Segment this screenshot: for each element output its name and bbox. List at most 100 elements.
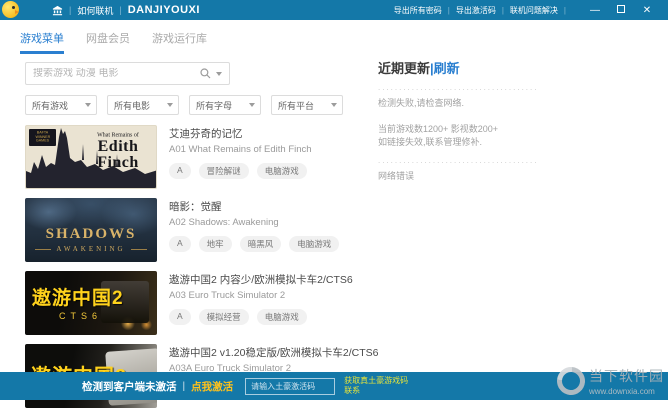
tag: 电脑游戏: [256, 163, 307, 179]
cover-title-text: What Remains of Edith Finch: [82, 131, 154, 172]
tab-game-menu[interactable]: 游戏菜单: [20, 30, 64, 54]
titlebar-separator: |: [119, 5, 122, 15]
tag: 暗黑风: [239, 236, 282, 252]
updates-header: 近期更新|刷新: [378, 58, 566, 77]
cover-line2: Finch: [97, 154, 139, 172]
minimize-icon[interactable]: —: [582, 5, 608, 16]
how-to-connect-link[interactable]: 如何联机: [77, 4, 113, 17]
game-subtitle: A01 What Remains of Edith Finch: [169, 144, 312, 155]
filter-all-platforms[interactable]: 所有平台: [271, 95, 343, 115]
tag: A: [169, 163, 191, 179]
downxia-logo-icon: [551, 361, 591, 401]
tab-bar: 游戏菜单 网盘会员 游戏运行库: [20, 30, 229, 54]
game-tags: A 冒险解谜 电脑游戏: [169, 163, 315, 179]
cover-line1: Edith: [97, 138, 139, 155]
titlebar-separator: |: [447, 5, 450, 15]
game-title: 暗影：觉醒: [169, 201, 222, 213]
activate-link[interactable]: 点我激活: [191, 379, 233, 394]
network-error-text: 网络错误: [378, 170, 415, 181]
updates-title: 近期更新: [378, 61, 431, 76]
chevron-down-icon: [167, 103, 173, 107]
dotted-separator: ........................................…: [378, 83, 538, 92]
tag: 电脑游戏: [289, 236, 340, 252]
game-title: 遨游中国2 v1.20稳定版/欧洲模拟卡车2/CTS6: [169, 347, 379, 359]
dotted-separator: ........................................…: [378, 155, 538, 165]
duck-app-icon[interactable]: [2, 1, 19, 18]
game-title: 艾迪芬奇的记忆: [169, 128, 243, 140]
downxia-watermark: 当下软件园 www.downxia.com: [551, 361, 664, 401]
activation-code-input[interactable]: [245, 377, 336, 395]
game-cover-edith-finch: BAFTA WINNER GAMES What Remains of Edith…: [25, 125, 157, 189]
titlebar: | 如何联机 | DANJIYOUXI 导出所有密码 | 导出激活码 | 联机问…: [0, 0, 668, 20]
game-title: 遨游中国2 内容少/欧洲模拟卡车2/CTS6: [169, 274, 353, 286]
game-tags: A 模拟经营 电脑游戏: [169, 309, 353, 325]
online-problem-fix-button[interactable]: 联机问题解决: [510, 5, 558, 16]
game-info: 艾迪芬奇的记忆 A01 What Remains of Edith Finch …: [169, 125, 315, 189]
filter-row: 所有游戏 所有电影 所有字母 所有平台: [25, 95, 343, 115]
get-code-line2: 联系: [344, 386, 361, 395]
network-check-status: 检测失败,请检查网络.: [378, 98, 465, 108]
titlebar-separator: |: [69, 5, 72, 15]
close-icon[interactable]: ✕: [634, 5, 660, 16]
window-controls: — ✕: [582, 4, 660, 16]
export-activation-code-button[interactable]: 导出激活码: [456, 5, 496, 16]
filter-all-movies[interactable]: 所有电影: [107, 95, 179, 115]
game-info: 暗影：觉醒 A02 Shadows: Awakening A 地牢 暗黑风 电脑…: [169, 198, 347, 262]
tag: A: [169, 309, 191, 325]
library-stats: 当前游戏数1200+ 影视数200+: [378, 123, 499, 134]
broken-link-note: 如链接失效,联系管理修补.: [378, 137, 483, 147]
filter-all-letters[interactable]: 所有字母: [189, 95, 261, 115]
cover-subtitle: What Remains of: [97, 131, 139, 139]
duck-eye: [12, 6, 15, 9]
tag: 地牢: [198, 236, 232, 252]
search-box: [25, 62, 230, 85]
cover-line1: 遨游中国2: [32, 288, 124, 309]
watermark-text: 当下软件园 www.downxia.com: [589, 366, 664, 396]
titlebar-separator: |: [501, 5, 504, 15]
refresh-link[interactable]: 刷新: [434, 61, 460, 76]
titlebar-separator: |: [563, 5, 566, 15]
game-cover-china-truck: 遨游中国2 CTS6: [25, 271, 157, 335]
export-all-passwords-button[interactable]: 导出所有密码: [394, 5, 442, 16]
get-code-link[interactable]: 获取真土豪游戏码 联系: [344, 376, 408, 397]
app-logo-icon: [52, 5, 63, 15]
game-subtitle: A03 Euro Truck Simulator 2: [169, 290, 286, 301]
chevron-down-icon: [331, 103, 337, 107]
duck-beak: [15, 10, 19, 14]
search-category-caret-icon[interactable]: [216, 71, 222, 76]
chevron-down-icon: [85, 103, 91, 107]
bafta-badge: BAFTA WINNER GAMES: [29, 129, 56, 146]
search-icon[interactable]: [200, 68, 211, 79]
activation-status-text: 检测到客户端未激活: [82, 380, 177, 393]
filter-label: 所有平台: [278, 100, 315, 111]
tag: A: [169, 236, 191, 252]
cover-line1: SHADOWS: [45, 226, 137, 242]
game-item-shadows-awakening[interactable]: SHADOWS AWAKENING 暗影：觉醒 A02 Shadows: Awa…: [25, 198, 375, 262]
tab-netdisk-vip[interactable]: 网盘会员: [86, 30, 130, 54]
activation-divider: |: [182, 380, 186, 392]
filter-label: 所有电影: [114, 100, 151, 111]
chevron-down-icon: [249, 103, 255, 107]
game-item-euro-truck-2[interactable]: 遨游中国2 CTS6 遨游中国2 内容少/欧洲模拟卡车2/CTS6 A03 Eu…: [25, 271, 375, 335]
game-subtitle: A02 Shadows: Awakening: [169, 217, 279, 228]
app-title: DANJIYOUXI: [127, 4, 200, 16]
maximize-glyph: [617, 4, 625, 13]
tab-game-runtime[interactable]: 游戏运行库: [152, 30, 207, 54]
watermark-site-name: 当下软件园: [589, 368, 664, 384]
game-info: 遨游中国2 内容少/欧洲模拟卡车2/CTS6 A03 Euro Truck Si…: [169, 271, 353, 335]
tag: 冒险解谜: [198, 163, 249, 179]
filter-all-games[interactable]: 所有游戏: [25, 95, 97, 115]
get-code-line1: 获取真土豪游戏码: [344, 375, 409, 385]
maximize-icon[interactable]: [608, 4, 634, 16]
titlebar-right-menu: 导出所有密码 | 导出激活码 | 联机问题解决 | — ✕: [394, 4, 668, 16]
game-item-edith-finch[interactable]: BAFTA WINNER GAMES What Remains of Edith…: [25, 125, 375, 189]
watermark-url: www.downxia.com: [589, 387, 655, 396]
cover-line2: AWAKENING: [25, 245, 157, 253]
cover-line2: CTS6: [59, 311, 103, 321]
search-input[interactable]: [33, 68, 200, 79]
game-tags: A 地牢 暗黑风 电脑游戏: [169, 236, 347, 252]
tag: 模拟经营: [198, 309, 249, 325]
recent-updates-panel: 近期更新|刷新 ................................…: [378, 58, 566, 183]
tag: 电脑游戏: [256, 309, 307, 325]
